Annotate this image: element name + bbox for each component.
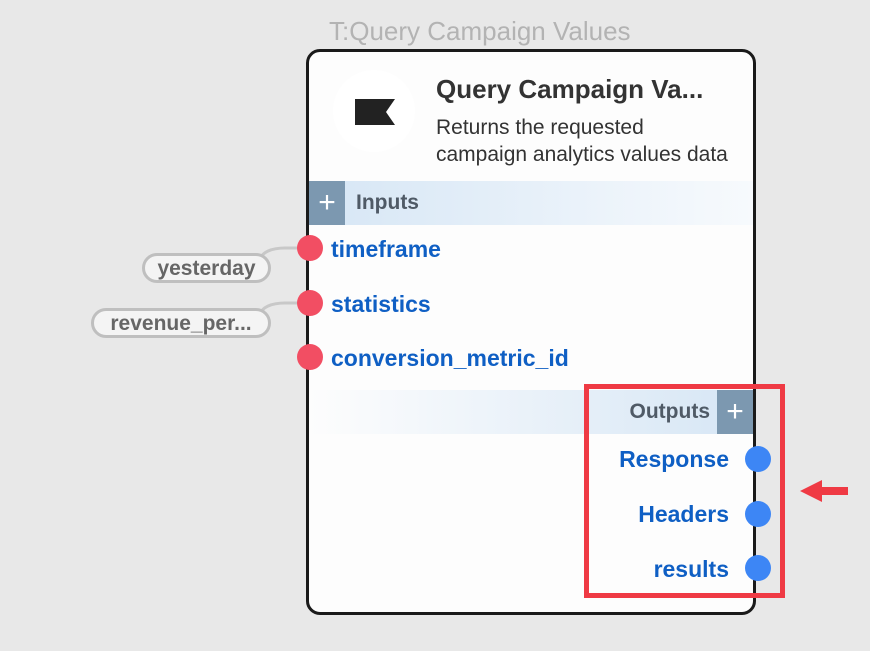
inputs-section-header: + Inputs bbox=[309, 181, 753, 225]
node-caption: T:Query Campaign Values bbox=[329, 16, 631, 46]
red-arrow-icon bbox=[800, 480, 848, 502]
value-pill-revenue[interactable]: revenue_per... bbox=[91, 308, 271, 338]
input-port-conversion-metric-id[interactable] bbox=[297, 344, 323, 370]
input-label-timeframe: timeframe bbox=[331, 236, 441, 262]
node-title: Query Campaign Va... bbox=[436, 74, 704, 104]
node-description: Returns the requested campaign analytics… bbox=[436, 116, 728, 166]
add-input-button[interactable]: + bbox=[309, 181, 345, 225]
node-logo bbox=[333, 70, 415, 152]
input-port-timeframe[interactable] bbox=[297, 235, 323, 261]
input-port-statistics[interactable] bbox=[297, 290, 323, 316]
flag-icon bbox=[355, 99, 395, 125]
input-label-statistics: statistics bbox=[331, 291, 431, 317]
input-label-conversion-metric-id: conversion_metric_id bbox=[331, 345, 569, 371]
inputs-label: Inputs bbox=[356, 191, 419, 214]
outputs-highlight-box bbox=[584, 384, 785, 598]
value-pill-yesterday[interactable]: yesterday bbox=[142, 253, 271, 283]
